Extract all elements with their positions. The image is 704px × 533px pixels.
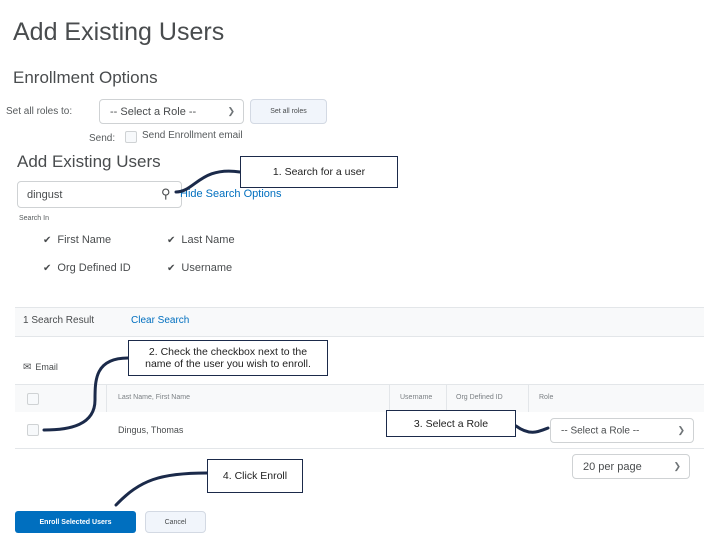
callout-arrows bbox=[42, 169, 550, 507]
callout-1: 1. Search for a user bbox=[240, 156, 398, 188]
callout-arrow-1 bbox=[174, 169, 242, 194]
callout-arrow-4 bbox=[114, 471, 209, 507]
callout-3: 3. Select a Role bbox=[386, 410, 516, 437]
callout-arrow-2 bbox=[42, 356, 130, 432]
callout-2: 2. Check the checkbox next to the name o… bbox=[128, 340, 328, 376]
callout-arrow-3 bbox=[514, 424, 550, 434]
callout-4: 4. Click Enroll bbox=[207, 459, 303, 493]
